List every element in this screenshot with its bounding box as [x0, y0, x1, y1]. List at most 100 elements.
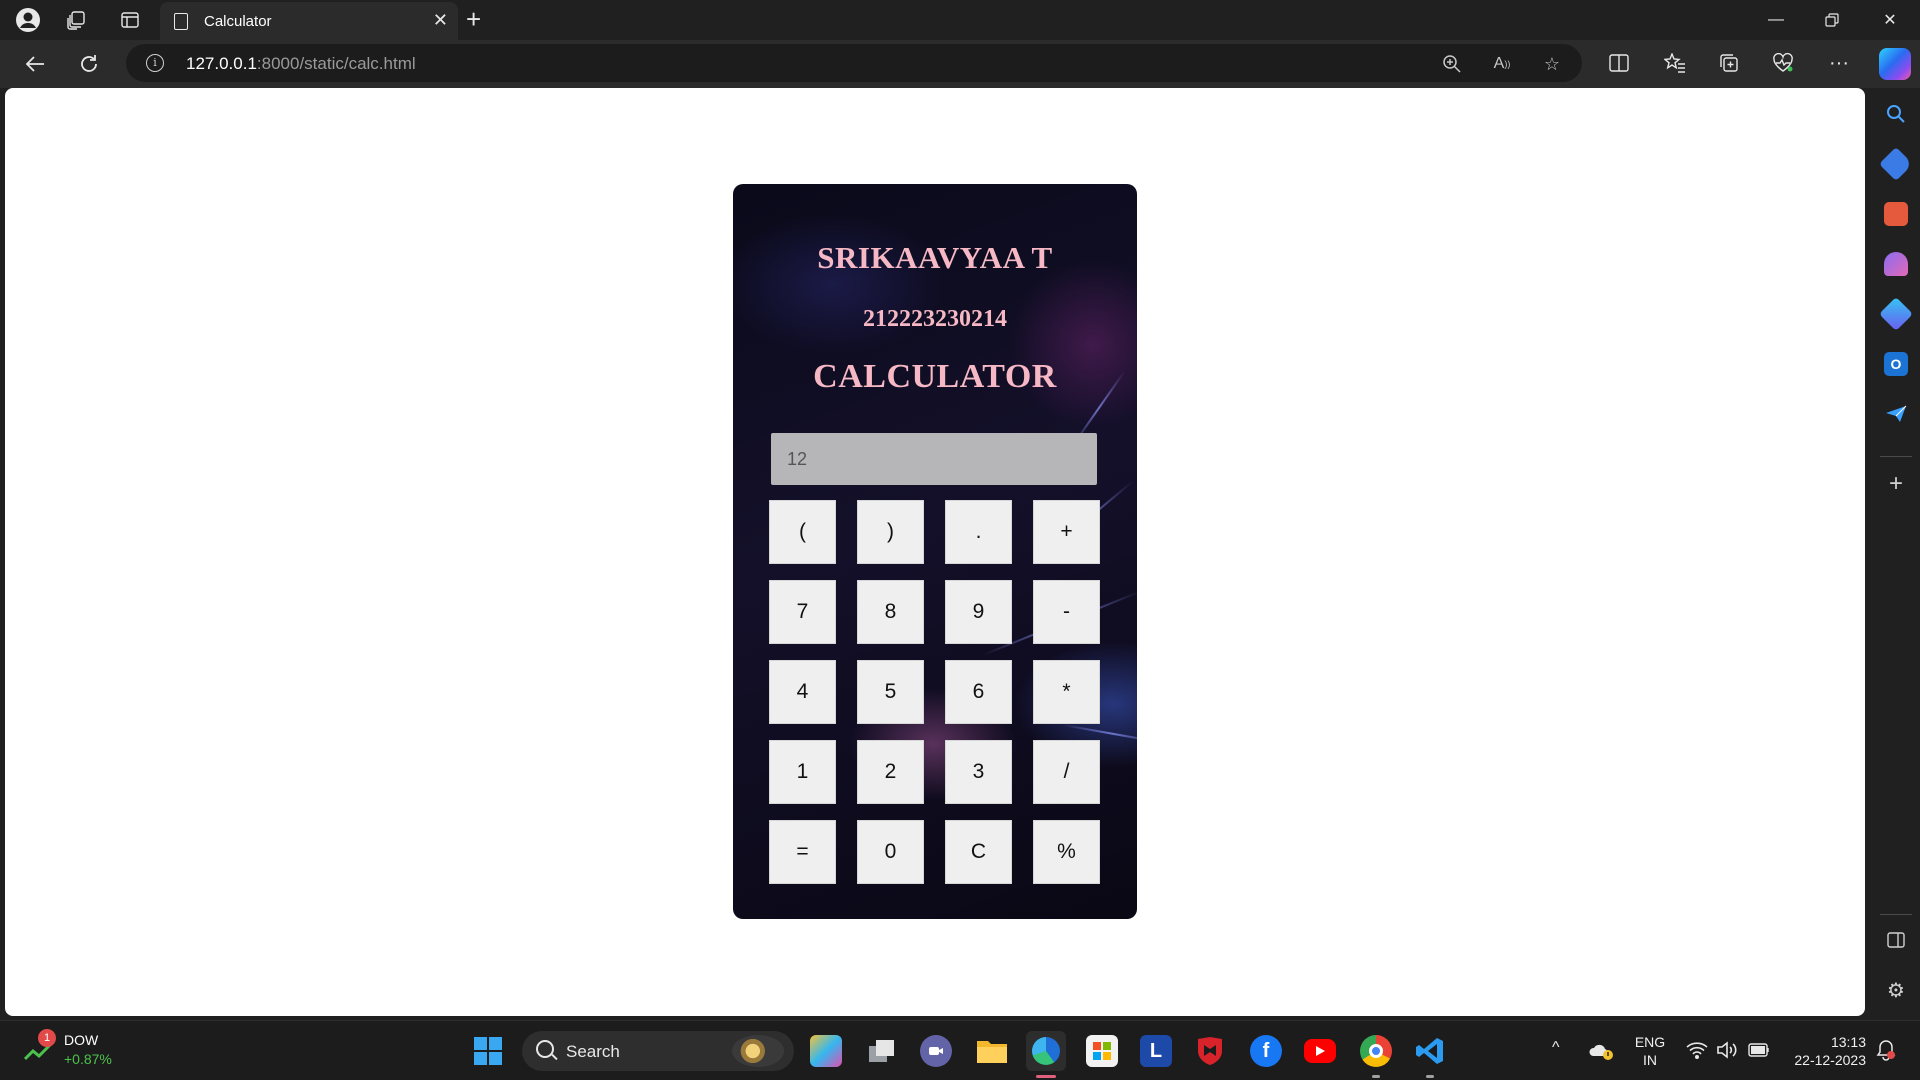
copilot-icon[interactable]	[1879, 48, 1911, 80]
facebook-icon[interactable]: f	[1250, 1035, 1282, 1067]
vertical-tabs-icon[interactable]	[116, 6, 144, 34]
zoom-icon[interactable]	[1440, 52, 1464, 76]
key-clear-button[interactable]: C	[945, 820, 1012, 884]
search-icon[interactable]	[1884, 102, 1908, 126]
vscode-running-indicator	[1426, 1075, 1434, 1078]
vscode-icon[interactable]	[1414, 1035, 1446, 1067]
key-percent-button[interactable]: %	[1033, 820, 1100, 884]
key-0-button[interactable]: 0	[857, 820, 924, 884]
outlook-icon[interactable]: O	[1884, 352, 1908, 376]
calculator-title: CALCULATOR	[813, 358, 1057, 395]
key-2-button[interactable]: 2	[857, 740, 924, 804]
search-icon	[536, 1040, 554, 1058]
collections-icon[interactable]	[1714, 48, 1744, 78]
teams-chat-icon[interactable]	[920, 1035, 952, 1067]
shopping-tag-icon[interactable]	[1879, 147, 1913, 181]
hide-sidebar-icon[interactable]	[1884, 928, 1908, 952]
profile-icon[interactable]	[14, 6, 42, 34]
page-icon	[174, 12, 188, 30]
new-tab-icon[interactable]: +	[466, 4, 481, 35]
favorites-icon[interactable]	[1660, 48, 1690, 78]
address-bar[interactable]: i 127.0.0.1:8000/static/calc.html A)) ☆	[126, 44, 1582, 82]
mcafee-icon[interactable]	[1194, 1035, 1226, 1067]
sidebar-divider	[1880, 456, 1912, 457]
roll-number: 212223230214	[863, 306, 1007, 332]
chrome-icon[interactable]	[1360, 1035, 1392, 1067]
wifi-icon[interactable]	[1686, 1041, 1708, 1064]
l-app-icon[interactable]: L	[1140, 1035, 1172, 1067]
clock-date: 22-12-2023	[1794, 1052, 1866, 1068]
onedrive-warning-icon[interactable]	[1588, 1041, 1614, 1061]
active-app-indicator	[1036, 1075, 1056, 1078]
stock-change: +0.87%	[64, 1051, 112, 1067]
navigation-bar: i 127.0.0.1:8000/static/calc.html A)) ☆ …	[0, 40, 1920, 88]
taskbar: 1 DOW +0.87% Search L f ^ ENG IN 13:13 2…	[0, 1020, 1920, 1080]
title-bar: Calculator ✕ + — ✕	[0, 0, 1920, 40]
language-indicator[interactable]: ENG IN	[1630, 1033, 1670, 1069]
youtube-icon[interactable]	[1304, 1039, 1336, 1063]
settings-gear-icon[interactable]: ⚙	[1884, 978, 1908, 1002]
favorite-star-icon[interactable]: ☆	[1540, 52, 1564, 76]
chrome-running-indicator	[1372, 1075, 1380, 1078]
stock-name: DOW	[64, 1032, 99, 1048]
key-decimal-button[interactable]: .	[945, 500, 1012, 564]
show-hidden-icons-icon[interactable]: ^	[1552, 1039, 1560, 1057]
clock[interactable]: 13:13 22-12-2023	[1782, 1033, 1872, 1069]
calculator-display[interactable]: 12	[771, 433, 1097, 485]
edge-browser-icon[interactable]	[1026, 1031, 1066, 1071]
key-close-paren-button[interactable]: )	[857, 500, 924, 564]
browser-essentials-icon[interactable]	[1768, 48, 1798, 78]
copilot-preview-icon[interactable]	[810, 1035, 842, 1067]
volume-icon[interactable]	[1716, 1041, 1738, 1064]
key-8-button[interactable]: 8	[857, 580, 924, 644]
copilot-app-icon[interactable]	[1879, 297, 1913, 331]
key-multiply-button[interactable]: *	[1033, 660, 1100, 724]
add-icon[interactable]: +	[1884, 470, 1908, 497]
web-page: SRIKAAVYAA T 212223230214 CALCULATOR 12 …	[5, 88, 1865, 1016]
tab-title: Calculator	[204, 12, 272, 30]
key-minus-button[interactable]: -	[1033, 580, 1100, 644]
send-icon[interactable]	[1884, 402, 1908, 426]
taskbar-search[interactable]: Search	[522, 1031, 794, 1071]
start-windows-icon[interactable]	[472, 1035, 504, 1067]
search-highlight-icon	[732, 1035, 784, 1067]
key-divide-button[interactable]: /	[1033, 740, 1100, 804]
student-name: SRIKAAVYAA T	[817, 240, 1053, 275]
region-code: IN	[1643, 1052, 1657, 1068]
close-window-icon[interactable]: ✕	[1870, 6, 1910, 34]
key-equals-button[interactable]: =	[769, 820, 836, 884]
key-5-button[interactable]: 5	[857, 660, 924, 724]
minimize-icon[interactable]: —	[1756, 6, 1796, 34]
microsoft-store-icon[interactable]	[1086, 1035, 1118, 1067]
workspaces-icon[interactable]	[62, 6, 90, 34]
key-6-button[interactable]: 6	[945, 660, 1012, 724]
key-open-paren-button[interactable]: (	[769, 500, 836, 564]
language-code: ENG	[1634, 1034, 1666, 1050]
read-aloud-icon[interactable]: A))	[1490, 52, 1514, 76]
key-4-button[interactable]: 4	[769, 660, 836, 724]
file-explorer-icon[interactable]	[976, 1035, 1008, 1067]
refresh-icon[interactable]	[72, 48, 106, 80]
edge-sidebar: O + ⚙	[1872, 88, 1920, 1016]
stock-widget[interactable]: 1 DOW +0.87%	[22, 1029, 132, 1073]
task-view-icon[interactable]	[866, 1035, 898, 1067]
key-plus-button[interactable]: +	[1033, 500, 1100, 564]
url-path: :8000/static/calc.html	[256, 54, 416, 73]
notifications-bell-icon[interactable]	[1876, 1039, 1896, 1066]
games-icon[interactable]	[1884, 252, 1908, 276]
url-text[interactable]: 127.0.0.1:8000/static/calc.html	[186, 54, 416, 74]
key-3-button[interactable]: 3	[945, 740, 1012, 804]
battery-icon[interactable]	[1748, 1043, 1770, 1062]
key-9-button[interactable]: 9	[945, 580, 1012, 644]
key-7-button[interactable]: 7	[769, 580, 836, 644]
close-tab-icon[interactable]: ✕	[433, 10, 448, 31]
tools-briefcase-icon[interactable]	[1884, 202, 1908, 226]
site-info-icon[interactable]: i	[146, 54, 164, 72]
split-screen-icon[interactable]	[1604, 48, 1634, 78]
more-options-icon[interactable]: ···	[1824, 48, 1854, 78]
clock-time: 13:13	[1830, 1034, 1866, 1050]
back-icon[interactable]	[18, 48, 52, 80]
restore-icon[interactable]	[1812, 6, 1852, 34]
key-1-button[interactable]: 1	[769, 740, 836, 804]
tab-calculator[interactable]: Calculator ✕	[160, 2, 458, 40]
